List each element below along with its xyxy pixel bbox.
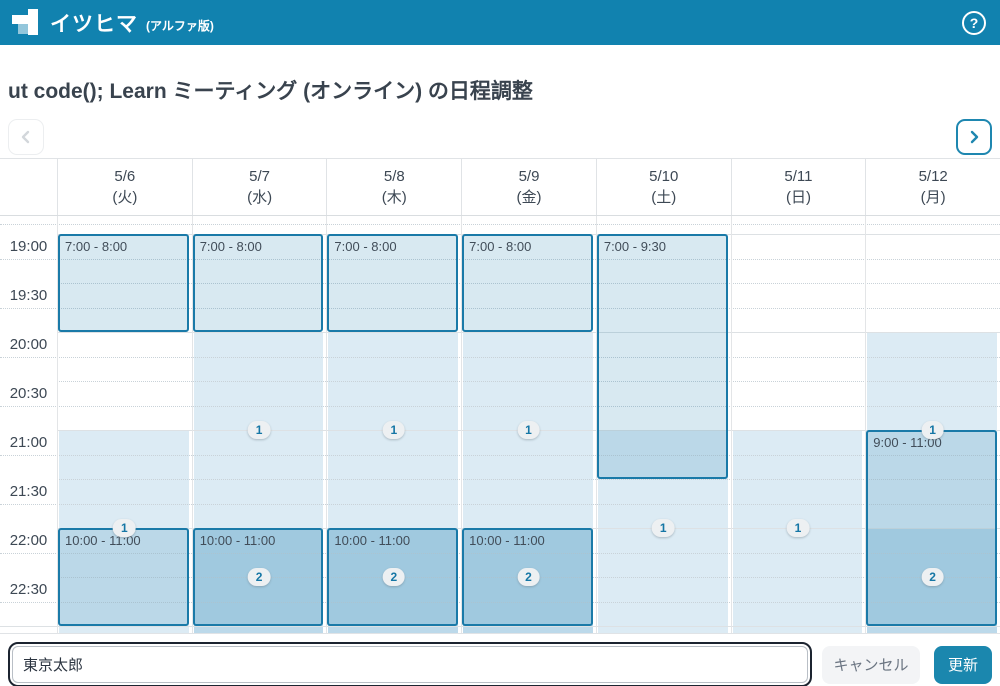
grid-line bbox=[0, 504, 1000, 505]
schedule-grid: 5/6(火)5/7(水)5/8(木)5/9(金)5/10(土)5/11(日)5/… bbox=[0, 158, 1000, 634]
day-header-5/10: 5/10(土) bbox=[596, 159, 731, 215]
day-date: 5/6 bbox=[58, 166, 192, 187]
day-header-5/7: 5/7(水) bbox=[192, 159, 327, 215]
availability-block-label: 7:00 - 8:00 bbox=[469, 239, 591, 254]
page-title: ut code(); Learn ミーティング (オンライン) の日程調整 bbox=[8, 75, 992, 105]
day-weekday: (水) bbox=[193, 187, 327, 208]
chevron-left-icon bbox=[19, 130, 33, 144]
day-header-5/12: 5/12(月) bbox=[865, 159, 1000, 215]
availability-block[interactable]: 7:00 - 8:00 bbox=[193, 234, 324, 332]
grid-line bbox=[0, 381, 1000, 382]
count-badge: 1 bbox=[382, 421, 405, 439]
availability-block[interactable]: 7:00 - 8:00 bbox=[58, 234, 189, 332]
app-header: イツヒマ (アルファ版) ? bbox=[0, 0, 1000, 45]
availability-block-label: 10:00 - 11:00 bbox=[200, 533, 322, 548]
grid-line bbox=[0, 479, 1000, 480]
day-date: 5/10 bbox=[597, 166, 731, 187]
count-badge: 1 bbox=[787, 519, 810, 537]
day-weekday: (日) bbox=[732, 187, 866, 208]
grid-line bbox=[0, 406, 1000, 407]
count-badge: 2 bbox=[517, 568, 540, 586]
help-icon[interactable]: ? bbox=[962, 11, 986, 35]
grid-line bbox=[0, 332, 1000, 333]
day-header-5/9: 5/9(金) bbox=[461, 159, 596, 215]
availability-block[interactable]: 7:00 - 8:00 bbox=[327, 234, 458, 332]
day-date: 5/11 bbox=[732, 166, 866, 187]
day-date: 5/7 bbox=[193, 166, 327, 187]
time-label: 21:00 bbox=[0, 430, 57, 455]
count-badge: 1 bbox=[517, 421, 540, 439]
name-input-focus-ring bbox=[8, 642, 812, 686]
day-weekday: (月) bbox=[866, 187, 1000, 208]
availability-block-label: 7:00 - 8:00 bbox=[65, 239, 187, 254]
count-badge: 1 bbox=[248, 421, 271, 439]
time-label: 19:30 bbox=[0, 283, 57, 308]
footer-bar: キャンセル 更新 bbox=[0, 642, 1000, 686]
availability-block-label: 10:00 - 11:00 bbox=[334, 533, 456, 548]
day-weekday: (木) bbox=[327, 187, 461, 208]
count-badge: 1 bbox=[921, 421, 944, 439]
app-version-tag: (アルファ版) bbox=[146, 17, 214, 34]
column-border bbox=[731, 216, 732, 634]
next-week-button[interactable] bbox=[956, 119, 992, 155]
availability-block-label: 10:00 - 11:00 bbox=[469, 533, 591, 548]
availability-block[interactable]: 7:00 - 8:00 bbox=[462, 234, 593, 332]
grid-line bbox=[0, 455, 1000, 456]
grid-body[interactable]: 19:00 19:30 20:00 20:30 21:00 21:30 22:00 22:30… bbox=[0, 216, 1000, 634]
day-date: 5/9 bbox=[462, 166, 596, 187]
prev-week-button[interactable] bbox=[8, 119, 44, 155]
week-nav bbox=[0, 119, 1000, 155]
time-label: 22:00 bbox=[0, 528, 57, 553]
day-date: 5/8 bbox=[327, 166, 461, 187]
count-badge: 2 bbox=[382, 568, 405, 586]
day-header-row: 5/6(火)5/7(水)5/8(木)5/9(金)5/10(土)5/11(日)5/… bbox=[0, 159, 1000, 216]
count-badge: 1 bbox=[113, 519, 136, 537]
availability-block[interactable]: 7:00 - 9:30 bbox=[597, 234, 728, 479]
update-button[interactable]: 更新 bbox=[934, 646, 992, 684]
day-weekday: (金) bbox=[462, 187, 596, 208]
availability-block-label: 7:00 - 8:00 bbox=[200, 239, 322, 254]
count-badge: 2 bbox=[248, 568, 271, 586]
name-input[interactable] bbox=[13, 647, 807, 682]
day-date: 5/12 bbox=[866, 166, 1000, 187]
grid-line bbox=[0, 357, 1000, 358]
app-name: イツヒマ bbox=[50, 8, 138, 38]
day-weekday: (火) bbox=[58, 187, 192, 208]
cancel-button[interactable]: キャンセル bbox=[822, 646, 920, 684]
time-label: 21:30 bbox=[0, 479, 57, 504]
availability-block[interactable]: 9:00 - 11:00 bbox=[866, 430, 997, 626]
count-badge: 2 bbox=[921, 568, 944, 586]
time-label: 20:30 bbox=[0, 381, 57, 406]
time-label: 19:00 bbox=[0, 234, 57, 259]
grid-line bbox=[0, 224, 1000, 225]
day-header-5/8: 5/8(木) bbox=[326, 159, 461, 215]
day-header-5/6: 5/6(火) bbox=[57, 159, 192, 215]
day-header-5/11: 5/11(日) bbox=[731, 159, 866, 215]
grid-line bbox=[0, 430, 1000, 431]
app-logo-icon bbox=[10, 8, 42, 38]
grid-line bbox=[0, 626, 1000, 627]
availability-block-label: 7:00 - 9:30 bbox=[604, 239, 726, 254]
count-badge: 1 bbox=[652, 519, 675, 537]
chevron-right-icon bbox=[967, 130, 981, 144]
availability-block-label: 7:00 - 8:00 bbox=[334, 239, 456, 254]
time-column-spacer bbox=[0, 159, 57, 215]
availability-block[interactable]: 10:00 - 11:00 bbox=[58, 528, 189, 626]
day-weekday: (土) bbox=[597, 187, 731, 208]
time-label: 20:00 bbox=[0, 332, 57, 357]
time-label: 22:30 bbox=[0, 577, 57, 602]
